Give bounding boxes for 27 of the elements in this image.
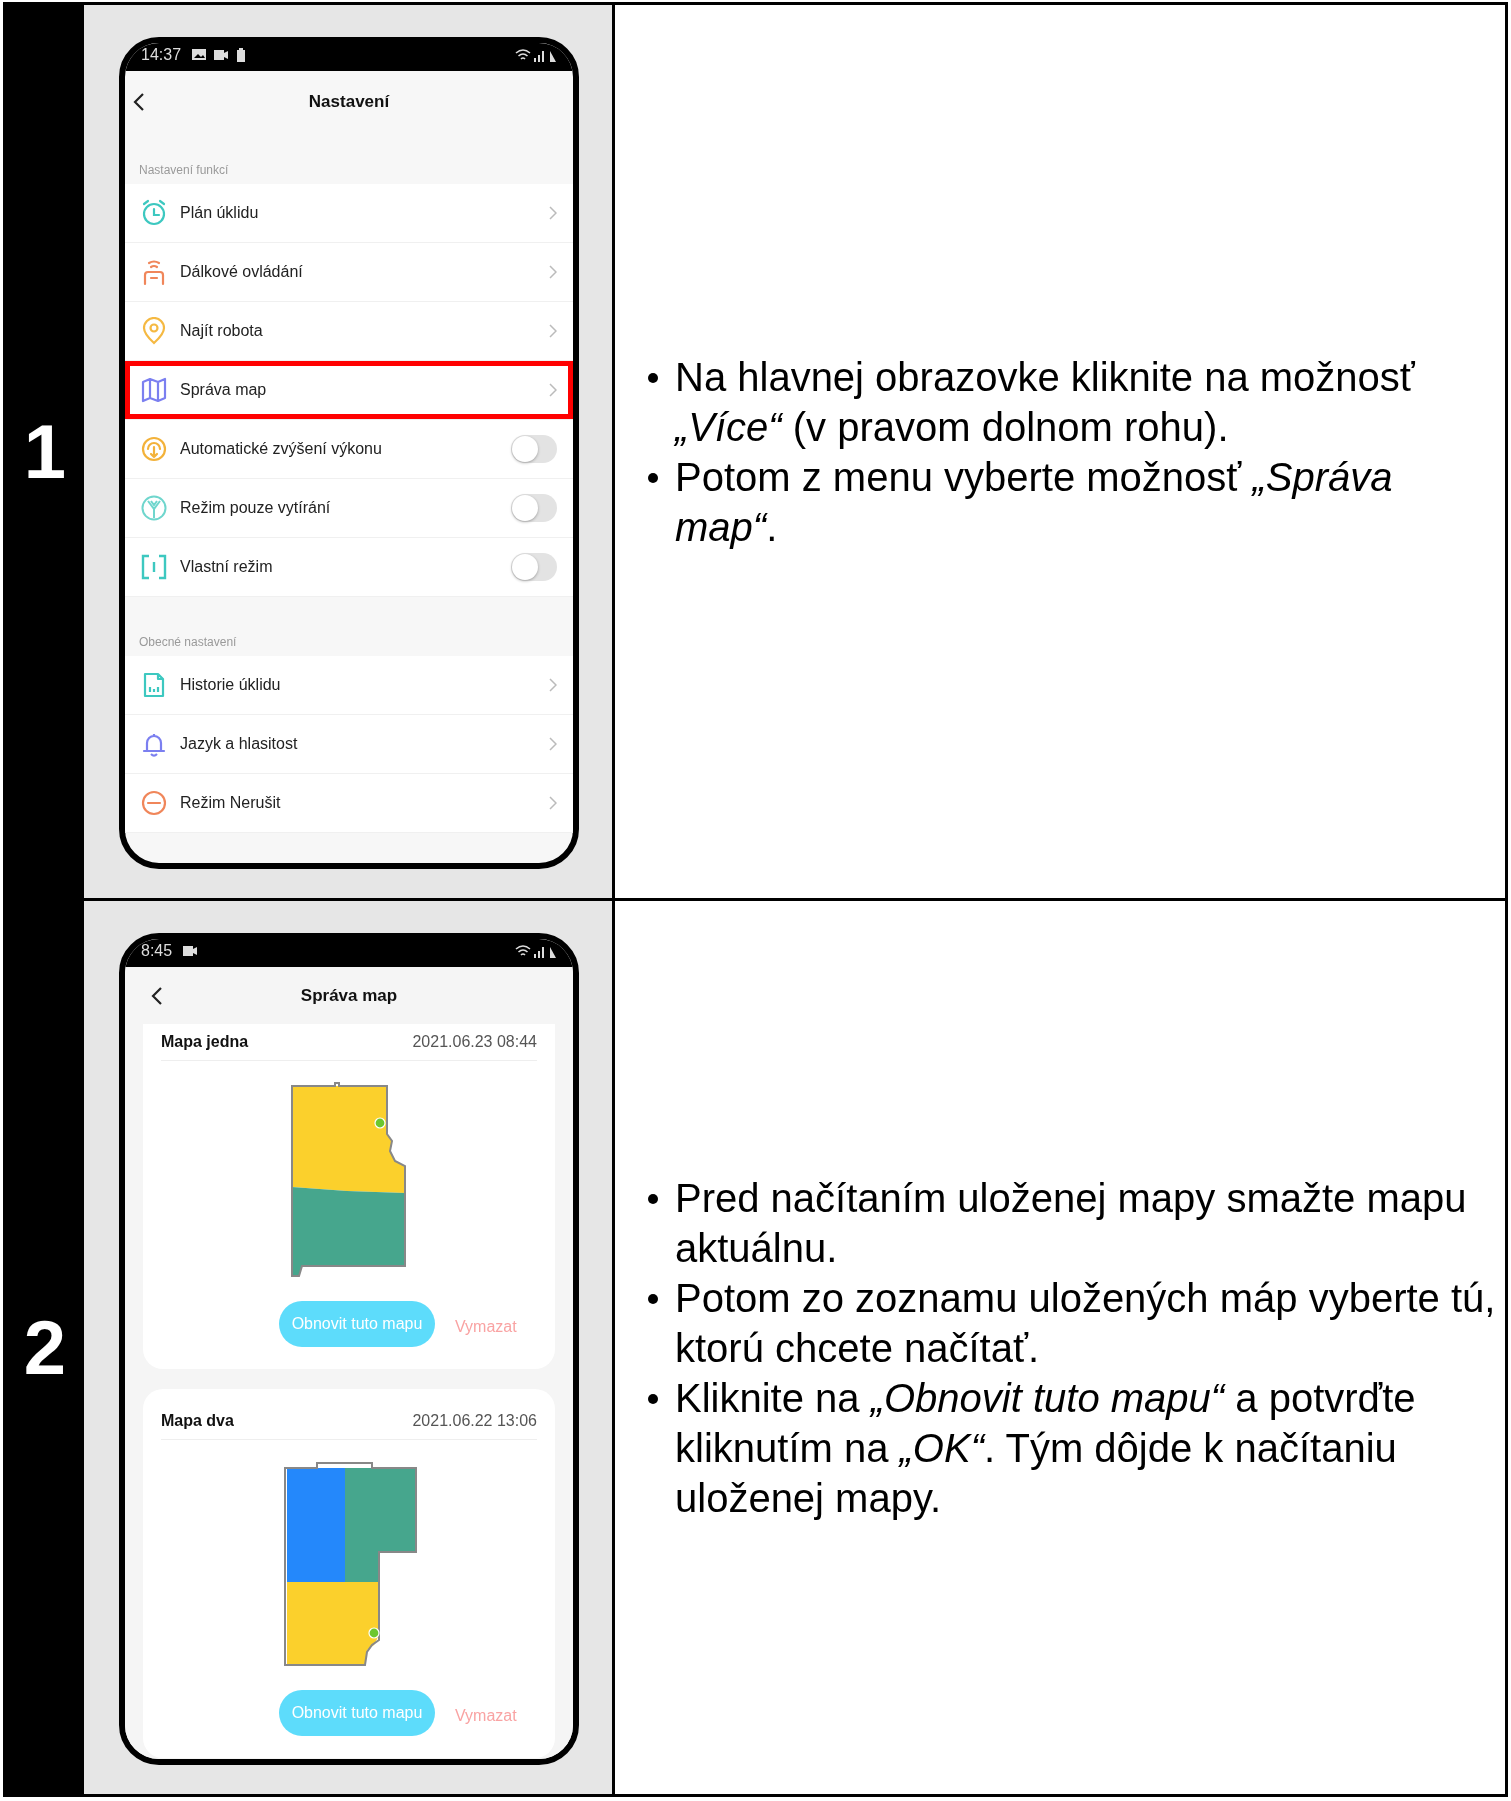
screen-title: Správa map <box>299 985 399 1006</box>
step-number: 2 <box>23 1304 67 1391</box>
status-time: 14:37 <box>141 46 182 64</box>
section-label: Nastavení funkcí <box>138 162 230 179</box>
step-number: 1 <box>23 408 67 495</box>
instruction-text: Na hlavnej obrazovke kliknite na možnosť „Více“ (v pravom dolnom rohu). <box>675 353 1416 451</box>
instruction-text: Kliknite na „Obnovit tuto mapu“ a potvrďte kliknutím na „OK“. Tým dôjde k načítaniu uloženej mapy. <box>675 1374 1417 1522</box>
status-time: 8:45 <box>141 942 173 960</box>
menu-item[interactable]: Správa map <box>125 361 573 420</box>
instruction-text: Potom zo zoznamu uložených máp vyberte tú, ktorú chcete načítať. <box>675 1274 1497 1372</box>
menu-item[interactable]: Automatické zvýšení výkonu <box>125 420 573 479</box>
menu-item[interactable]: Jazyk a hlasitost <box>125 715 573 774</box>
menu-item[interactable]: Plán úklidu <box>125 184 573 243</box>
map-date: 2021.06.22 13:06 <box>412 1412 537 1430</box>
map-name: Mapa dva <box>161 1412 234 1430</box>
menu-item[interactable]: Režim Nerušit <box>125 774 573 833</box>
menu-item[interactable]: Dálkové ovládání <box>125 243 573 302</box>
map-date: 2021.06.23 08:44 <box>412 1033 537 1051</box>
instruction-text: Pred načítaním uloženej mapy smažte mapu aktuálnu. <box>675 1174 1468 1272</box>
menu-item[interactable]: Najít robota <box>125 302 573 361</box>
instruction-text: Potom z menu vyberte možnosť „Správa map“. <box>675 453 1394 551</box>
screen-title: Nastavení <box>307 92 391 112</box>
menu-item[interactable]: Historie úklidu <box>125 656 573 715</box>
menu-item[interactable]: Vlastní režim <box>125 538 573 597</box>
menu-item[interactable]: Režim pouze vytírání <box>125 479 573 538</box>
section-label: Obecné nastavení <box>138 634 238 651</box>
map-name: Mapa jedna <box>161 1033 249 1051</box>
